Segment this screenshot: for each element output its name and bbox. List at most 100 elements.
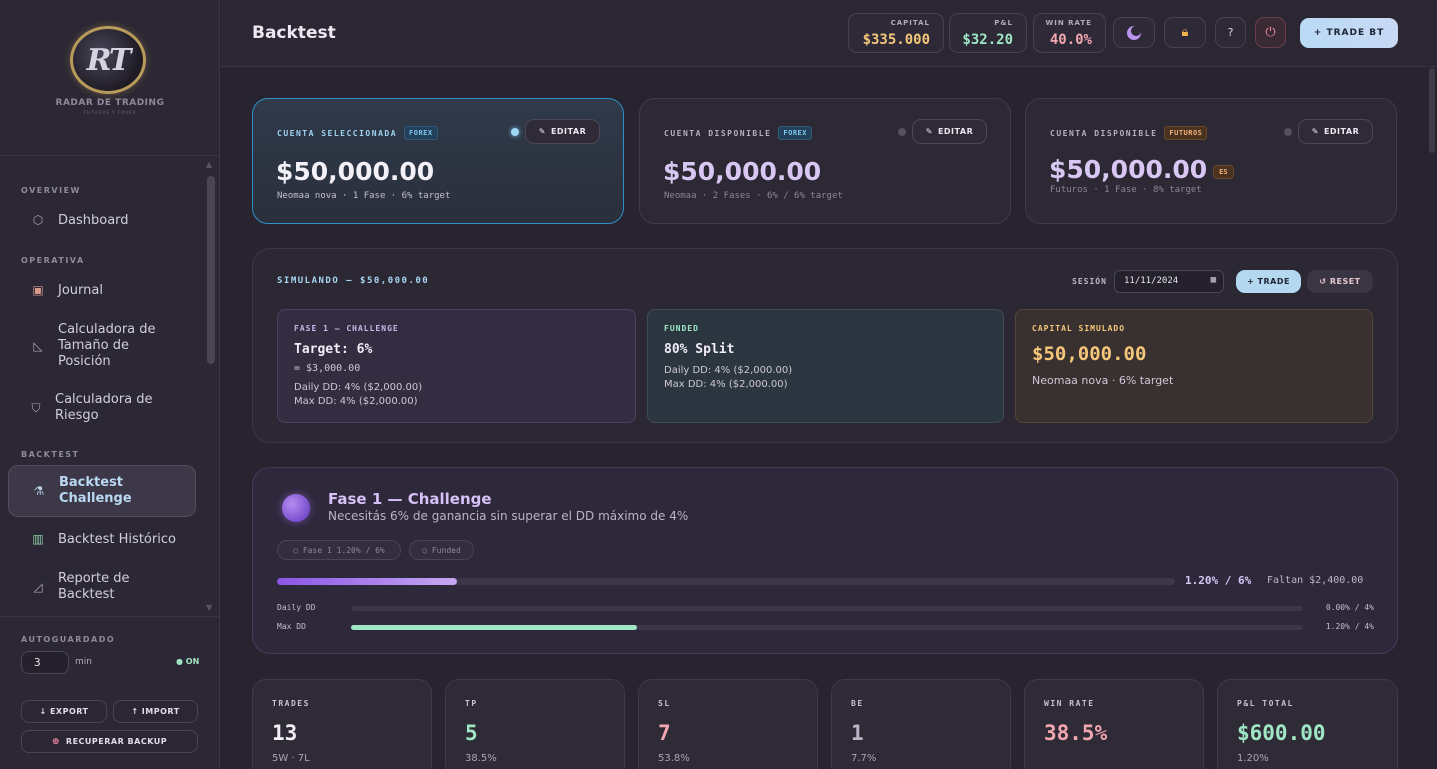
sidebar-item-label: Calculadora de Tamaño de Posición bbox=[58, 322, 156, 369]
funded-max-dd: Max DD: 4% ($2,000.00) bbox=[664, 379, 788, 390]
stat-card-pnl-total: P&L TOTAL $600.00 1.20% bbox=[1217, 679, 1398, 769]
sidebar-item-journal[interactable]: ▣ Journal bbox=[8, 274, 196, 306]
account-head-label: CUENTA DISPONIBLE bbox=[664, 128, 772, 138]
sidebar-item-backtest-report[interactable]: ◿ Reporte de Backtest bbox=[8, 569, 196, 605]
scroll-down-icon[interactable]: ▼ bbox=[206, 603, 212, 612]
lifebuoy-icon: ⊕ bbox=[51, 736, 60, 747]
add-trade-button[interactable]: + TRADE bbox=[1236, 270, 1301, 293]
sidebar: RT RADAR DE TRADING FUTUROS Y FOREX OVER… bbox=[0, 0, 220, 769]
sidebar-item-backtest-historico[interactable]: ▥ Backtest Histórico bbox=[8, 523, 196, 555]
session-date-value: 11/11/2024 bbox=[1124, 276, 1179, 286]
account-amount: $50,000.00 bbox=[276, 157, 435, 186]
instrument-tag: ES bbox=[1213, 165, 1234, 179]
help-button[interactable]: ? bbox=[1215, 17, 1246, 48]
account-head-label: CUENTA SELECCIONADA bbox=[277, 128, 398, 138]
capital-simulado-title: CAPITAL SIMULADO bbox=[1032, 324, 1126, 333]
target-progress-value: 1.20% / 6% bbox=[1185, 574, 1252, 587]
sidebar-item-risk-calculator[interactable]: ⛉ Calculadora de Riesgo bbox=[8, 390, 196, 426]
sidebar-item-label: Backtest Challenge bbox=[59, 475, 132, 506]
edit-label: EDITAR bbox=[1323, 127, 1360, 136]
theme-toggle-button[interactable] bbox=[1113, 17, 1155, 48]
import-button[interactable]: ↑ IMPORT bbox=[113, 700, 198, 723]
autosave-unit: min bbox=[75, 657, 92, 667]
lock-button[interactable]: 🔒︎ bbox=[1164, 17, 1206, 48]
stat-label: WIN RATE bbox=[1044, 699, 1095, 708]
funded-pill[interactable]: ○ Funded bbox=[409, 540, 474, 560]
stat-label: TP bbox=[465, 699, 478, 708]
capital-simulado-value: $50,000.00 bbox=[1032, 343, 1147, 365]
sidebar-footer: AUTOGUARDADO 3 min ● ON ↓ EXPORT ↑ IMPOR… bbox=[0, 616, 220, 769]
logout-button[interactable]: ⏻ bbox=[1255, 17, 1286, 48]
stat-card-tp: TP 5 38.5% bbox=[445, 679, 625, 769]
stat-value: 38.5% bbox=[1044, 721, 1108, 745]
phase1-daily-dd: Daily DD: 4% ($2,000.00) bbox=[294, 382, 423, 393]
stat-value: 7 bbox=[658, 721, 671, 745]
stat-sub: 53.8% bbox=[658, 753, 690, 764]
stat-value: 13 bbox=[272, 721, 298, 745]
stat-value: $600.00 bbox=[1237, 721, 1326, 745]
edit-label: EDITAR bbox=[937, 127, 974, 136]
stat-label: P&L TOTAL bbox=[1237, 699, 1294, 708]
sidebar-item-label: Reporte de Backtest bbox=[58, 571, 130, 602]
autosave-status: ● ON bbox=[176, 657, 200, 666]
edit-account-button[interactable]: ✎ EDITAR bbox=[1298, 119, 1373, 144]
logo-area: RT RADAR DE TRADING FUTUROS Y FOREX bbox=[0, 0, 220, 156]
logo-badge[interactable]: RT bbox=[70, 26, 146, 94]
autosave-interval-input[interactable]: 3 bbox=[21, 651, 69, 674]
stat-sub: 38.5% bbox=[465, 753, 497, 764]
account-status-dot bbox=[511, 128, 519, 136]
pencil-icon: ✎ bbox=[925, 127, 933, 136]
stat-card-sl: SL 7 53.8% bbox=[638, 679, 818, 769]
recover-backup-button[interactable]: ⊕ RECUPERAR BACKUP bbox=[21, 730, 198, 753]
sidebar-item-backtest-challenge[interactable]: ⚗ Backtest Challenge bbox=[8, 465, 196, 517]
account-amount: $50,000.00 bbox=[663, 157, 822, 186]
main-scrollbar[interactable] bbox=[1429, 68, 1435, 153]
logo-name: RADAR DE TRADING bbox=[55, 98, 165, 108]
sidebar-item-position-size-calculator[interactable]: ◺ Calculadora de Tamaño de Posición bbox=[8, 320, 196, 372]
reset-button[interactable]: ↺ RESET bbox=[1307, 270, 1373, 293]
account-head: CUENTA DISPONIBLE FUTUROS bbox=[1050, 126, 1208, 140]
funded-split: 80% Split bbox=[664, 342, 735, 357]
win-rate-chip: WIN RATE 40.0% bbox=[1033, 13, 1106, 53]
daily-dd-bar bbox=[351, 606, 1303, 611]
daily-dd-value: 0.00% / 4% bbox=[1325, 603, 1374, 612]
pnl-value: $32.20 bbox=[962, 32, 1013, 48]
scroll-up-icon[interactable]: ▲ bbox=[206, 160, 212, 169]
section-operativa: OPERATIVA bbox=[21, 256, 85, 265]
phase1-pill[interactable]: ○ Fase 1 1.20% / 6% bbox=[277, 540, 401, 560]
account-card-available[interactable]: CUENTA DISPONIBLE FOREX ✎ EDITAR $50,000.0… bbox=[639, 98, 1011, 224]
session-date-input[interactable]: 11/11/2024 ▦ bbox=[1114, 270, 1224, 293]
logo-monogram: RT bbox=[86, 43, 132, 78]
page-title: Backtest bbox=[252, 23, 336, 43]
sidebar-item-label: Journal bbox=[58, 282, 103, 298]
stat-value: 1 bbox=[851, 721, 864, 745]
section-overview: OVERVIEW bbox=[21, 186, 81, 195]
phase1-target-amount: = $3,000.00 bbox=[294, 363, 361, 374]
microscope-icon: ⚗ bbox=[33, 484, 45, 498]
stat-sub: 7.7% bbox=[851, 753, 877, 764]
edit-account-button[interactable]: ✎ EDITAR bbox=[525, 119, 600, 144]
lock-icon: 🔒︎ bbox=[1181, 25, 1189, 40]
trade-bt-button[interactable]: + TRADE BT bbox=[1300, 18, 1398, 48]
account-amount-value: $50,000.00 bbox=[1049, 155, 1208, 184]
help-icon: ? bbox=[1227, 26, 1234, 39]
funded-daily-dd: Daily DD: 4% ($2,000.00) bbox=[664, 365, 793, 376]
phase-orb-icon bbox=[282, 494, 310, 522]
sidebar-scrollbar[interactable] bbox=[207, 176, 215, 364]
account-tag: FUTUROS bbox=[1164, 126, 1208, 140]
account-card-selected[interactable]: CUENTA SELECCIONADA FOREX ✎ EDITAR $50,000… bbox=[252, 98, 624, 224]
calendar-icon[interactable]: ▦ bbox=[1211, 275, 1216, 285]
sidebar-item-label: Calculadora de Riesgo bbox=[55, 392, 153, 423]
sidebar-item-dashboard[interactable]: ⬡ Dashboard bbox=[8, 204, 196, 236]
capital-label: CAPITAL bbox=[890, 19, 930, 27]
capital-chip: CAPITAL $335.000 bbox=[848, 13, 944, 53]
account-tag: FOREX bbox=[778, 126, 812, 140]
top-bar: Backtest CAPITAL $335.000 P&L $32.20 WIN… bbox=[221, 0, 1437, 67]
edit-account-button[interactable]: ✎ EDITAR bbox=[912, 119, 987, 144]
export-button[interactable]: ↓ EXPORT bbox=[21, 700, 107, 723]
account-card-futures[interactable]: CUENTA DISPONIBLE FUTUROS ✎ EDITAR $50,000… bbox=[1025, 98, 1397, 224]
phase-subtitle: Necesitás 6% de ganancia sin superar el … bbox=[328, 509, 689, 523]
simulation-panel: SIMULANDO — $50,000.00 SESIÓN 11/11/2024… bbox=[252, 248, 1398, 443]
power-icon: ⏻ bbox=[1265, 25, 1276, 40]
section-backtest: BACKTEST bbox=[21, 450, 80, 459]
